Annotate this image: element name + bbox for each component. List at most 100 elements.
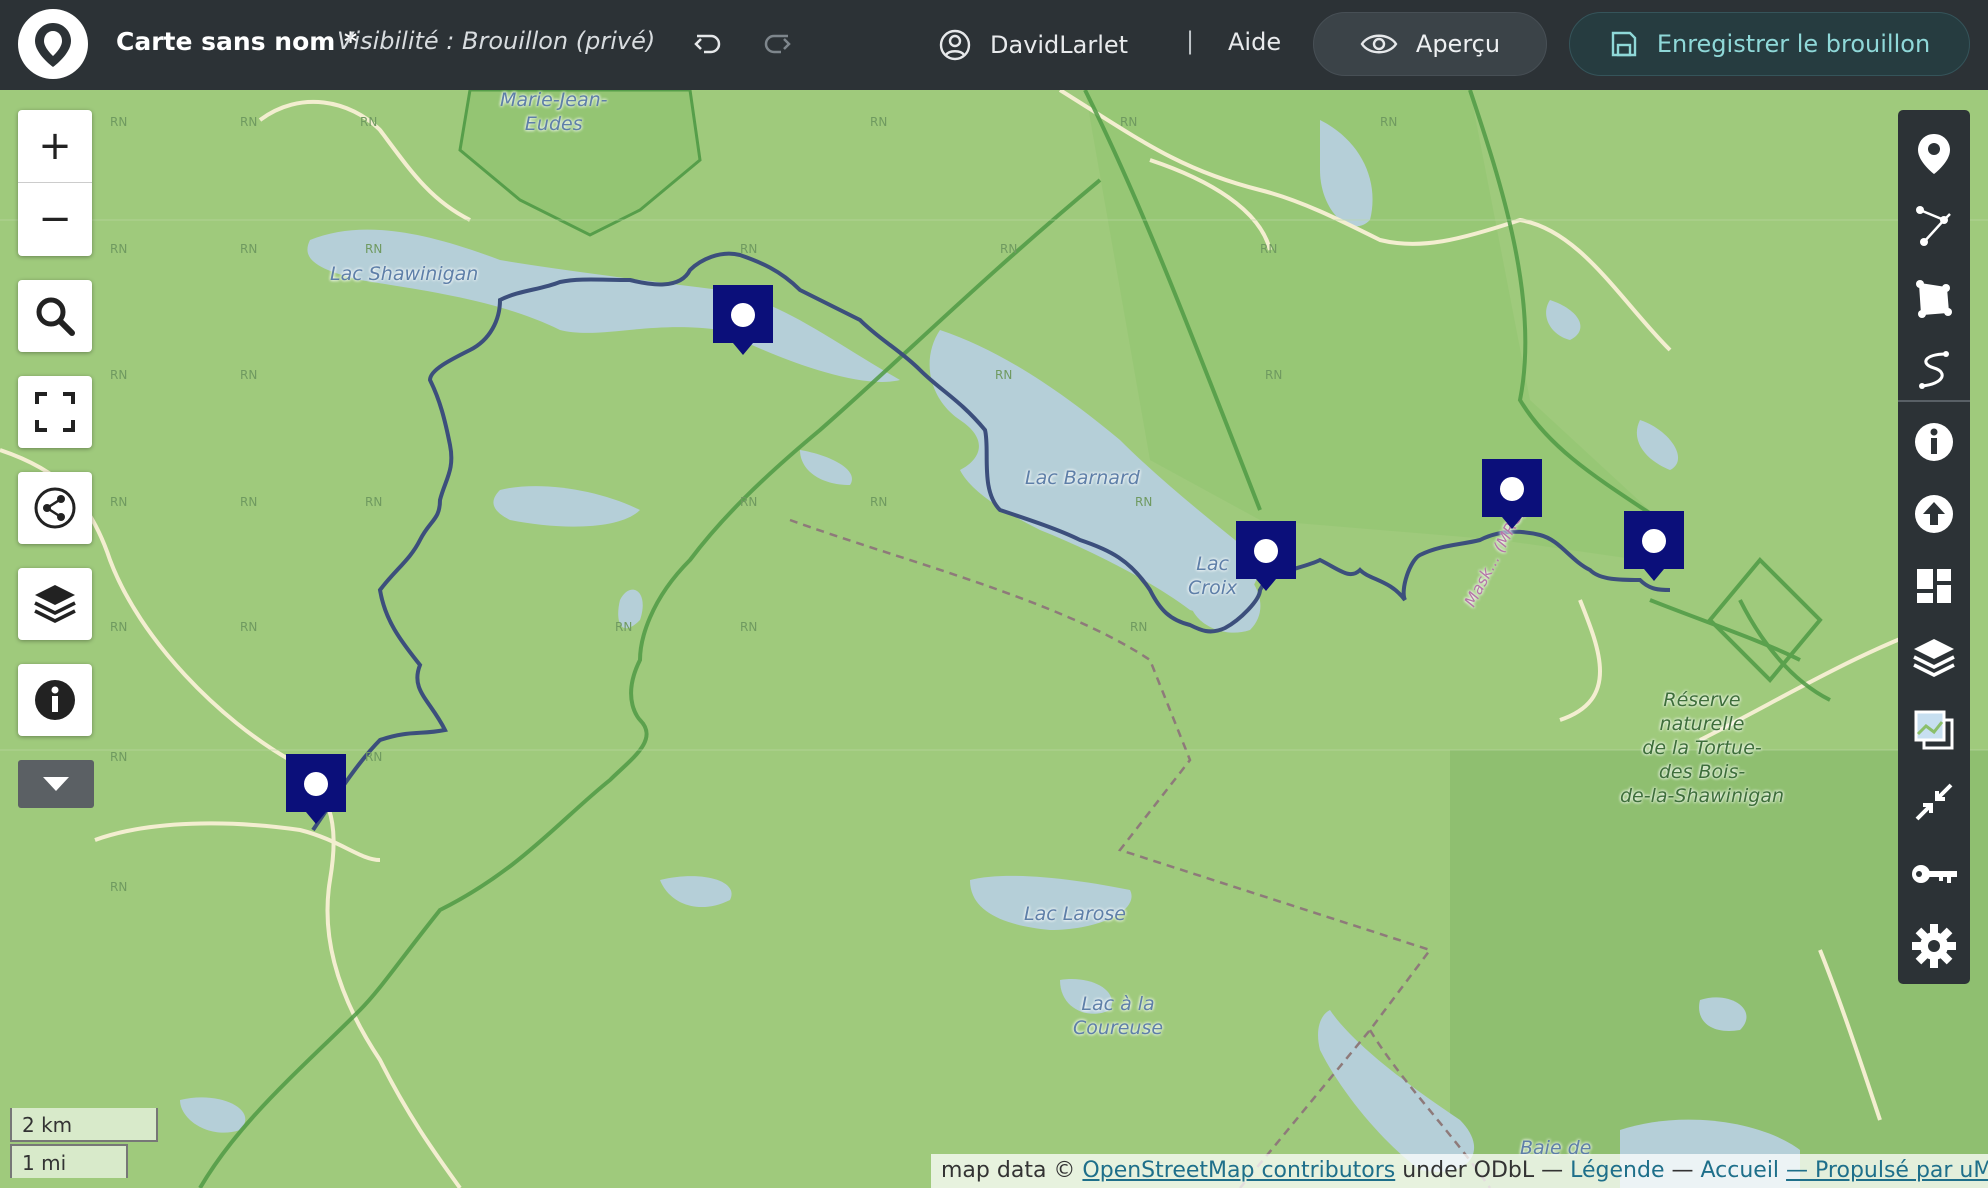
draw-route-button[interactable]: [1898, 334, 1970, 406]
redo-button[interactable]: [753, 22, 799, 68]
scale-imperial: 1 mi: [10, 1144, 128, 1178]
map-title[interactable]: Carte sans nom *: [116, 27, 357, 56]
help-link[interactable]: Aide: [1228, 28, 1281, 56]
rn-label: RN: [240, 368, 258, 382]
attribution-space: [1779, 1158, 1786, 1183]
share-button[interactable]: [18, 472, 92, 544]
attribution-sep: —: [1664, 1158, 1701, 1183]
layout-button[interactable]: [1898, 550, 1970, 622]
search-button[interactable]: [18, 280, 92, 352]
rn-label: RN: [365, 750, 383, 764]
draw-polygon-button[interactable]: [1898, 262, 1970, 334]
rn-label: RN: [1135, 495, 1153, 509]
username: DavidLarlet: [990, 31, 1129, 59]
attribution-license: under ODbL —: [1395, 1158, 1571, 1183]
label-lac-croix: Lac Croix: [1188, 553, 1238, 599]
layout-icon: [1917, 569, 1951, 603]
rn-label: RN: [360, 115, 378, 129]
marker-pin-icon: [286, 754, 346, 824]
label-marie-jean-eudes: Marie-Jean- Eudes: [500, 90, 608, 135]
center-icon: [1915, 783, 1953, 821]
tilelayer-button[interactable]: [1898, 694, 1970, 766]
zoom-control: + −: [18, 110, 92, 256]
rn-label: RN: [110, 242, 128, 256]
rn-label: RN: [995, 368, 1013, 382]
upload-icon: [1915, 495, 1953, 533]
rn-label: RN: [240, 242, 258, 256]
rn-label: RN: [110, 495, 128, 509]
marker-pin-icon: [713, 285, 773, 355]
map-canvas[interactable]: RN RN RN RN RN RN RN RN RN RN RN RN RN RN RN RN RN RN RN RN…: [0, 90, 1988, 1188]
route-icon: [1919, 351, 1949, 389]
user-menu[interactable]: DavidLarlet: [938, 22, 1128, 68]
map-marker-2[interactable]: [284, 752, 348, 832]
gear-icon: [1912, 924, 1956, 968]
manage-layers-button[interactable]: [1898, 622, 1970, 694]
map-info-button[interactable]: [1898, 406, 1970, 478]
rn-label: RN: [1130, 620, 1148, 634]
more-controls-button[interactable]: [18, 760, 94, 808]
legend-link[interactable]: Légende: [1570, 1158, 1664, 1183]
label-lac-shawinigan: Lac Shawinigan: [330, 263, 479, 285]
preview-label: Aperçu: [1415, 30, 1501, 58]
zoom-in-button[interactable]: +: [18, 110, 92, 183]
rn-label: RN: [110, 115, 128, 129]
rn-label: RN: [615, 620, 633, 634]
save-draft-button[interactable]: Enregistrer le brouillon: [1569, 12, 1970, 76]
draw-line-button[interactable]: [1898, 190, 1970, 262]
rn-label: RN: [870, 495, 888, 509]
draw-marker-button[interactable]: [1898, 118, 1970, 190]
umap-logo[interactable]: [18, 9, 88, 79]
rn-label: RN: [1380, 115, 1398, 129]
tiles-icon: [1914, 710, 1954, 750]
marker-pin-icon: [1236, 521, 1296, 591]
polygon-icon: [1916, 280, 1952, 318]
preview-button[interactable]: Aperçu: [1313, 12, 1547, 76]
import-button[interactable]: [1898, 478, 1970, 550]
info-button[interactable]: [18, 664, 92, 736]
info-icon: [1915, 423, 1953, 461]
save-icon: [1611, 31, 1637, 57]
fullscreen-button[interactable]: [18, 376, 92, 448]
rn-label: RN: [1260, 242, 1278, 256]
rn-label: RN: [240, 495, 258, 509]
rn-label: RN: [110, 620, 128, 634]
info-icon: [35, 680, 75, 720]
label-lac-barnard: Lac Barnard: [1025, 467, 1140, 489]
map-marker-4[interactable]: [1480, 457, 1544, 537]
settings-button[interactable]: [1898, 910, 1970, 982]
search-icon: [36, 297, 75, 336]
layers-icon: [34, 585, 76, 623]
marker-pin-icon: [1482, 459, 1542, 529]
rn-label: RN: [1120, 115, 1138, 129]
marker-pin-icon: [1624, 511, 1684, 581]
rn-label: RN: [365, 495, 383, 509]
scale-metric: 2 km: [10, 1108, 158, 1142]
map-marker-3[interactable]: [1234, 519, 1298, 599]
save-draft-label: Enregistrer le brouillon: [1656, 30, 1931, 58]
zoom-out-button[interactable]: −: [18, 183, 92, 255]
rn-label: RN: [870, 115, 888, 129]
rn-label: RN: [240, 115, 258, 129]
rn-label: RN: [110, 880, 128, 894]
rn-label: RN: [365, 242, 383, 256]
permissions-button[interactable]: [1898, 838, 1970, 910]
rn-label: RN: [1000, 242, 1018, 256]
rn-label: RN: [240, 620, 258, 634]
attribution-prefix: map data ©: [941, 1158, 1083, 1183]
osm-contributors-link[interactable]: OpenStreetMap contributors: [1082, 1158, 1395, 1183]
header-separator: |: [1186, 27, 1195, 55]
visibility-status: Visibilité : Brouillon (privé): [337, 27, 656, 55]
home-link[interactable]: Accueil: [1700, 1158, 1779, 1183]
map-marker-5[interactable]: [1622, 509, 1686, 589]
undo-button[interactable]: [686, 22, 732, 68]
undo-icon: [694, 34, 721, 54]
share-icon: [34, 487, 76, 529]
powered-by-umap-link[interactable]: — Propulsé par uMap: [1786, 1158, 1988, 1183]
map-marker-1[interactable]: [711, 283, 775, 363]
center-zoom-button[interactable]: [1898, 766, 1970, 838]
layers-button[interactable]: [18, 568, 92, 640]
label-lac-larose: Lac Larose: [1024, 903, 1126, 925]
rn-label: RN: [740, 620, 758, 634]
redo-icon: [764, 34, 791, 54]
